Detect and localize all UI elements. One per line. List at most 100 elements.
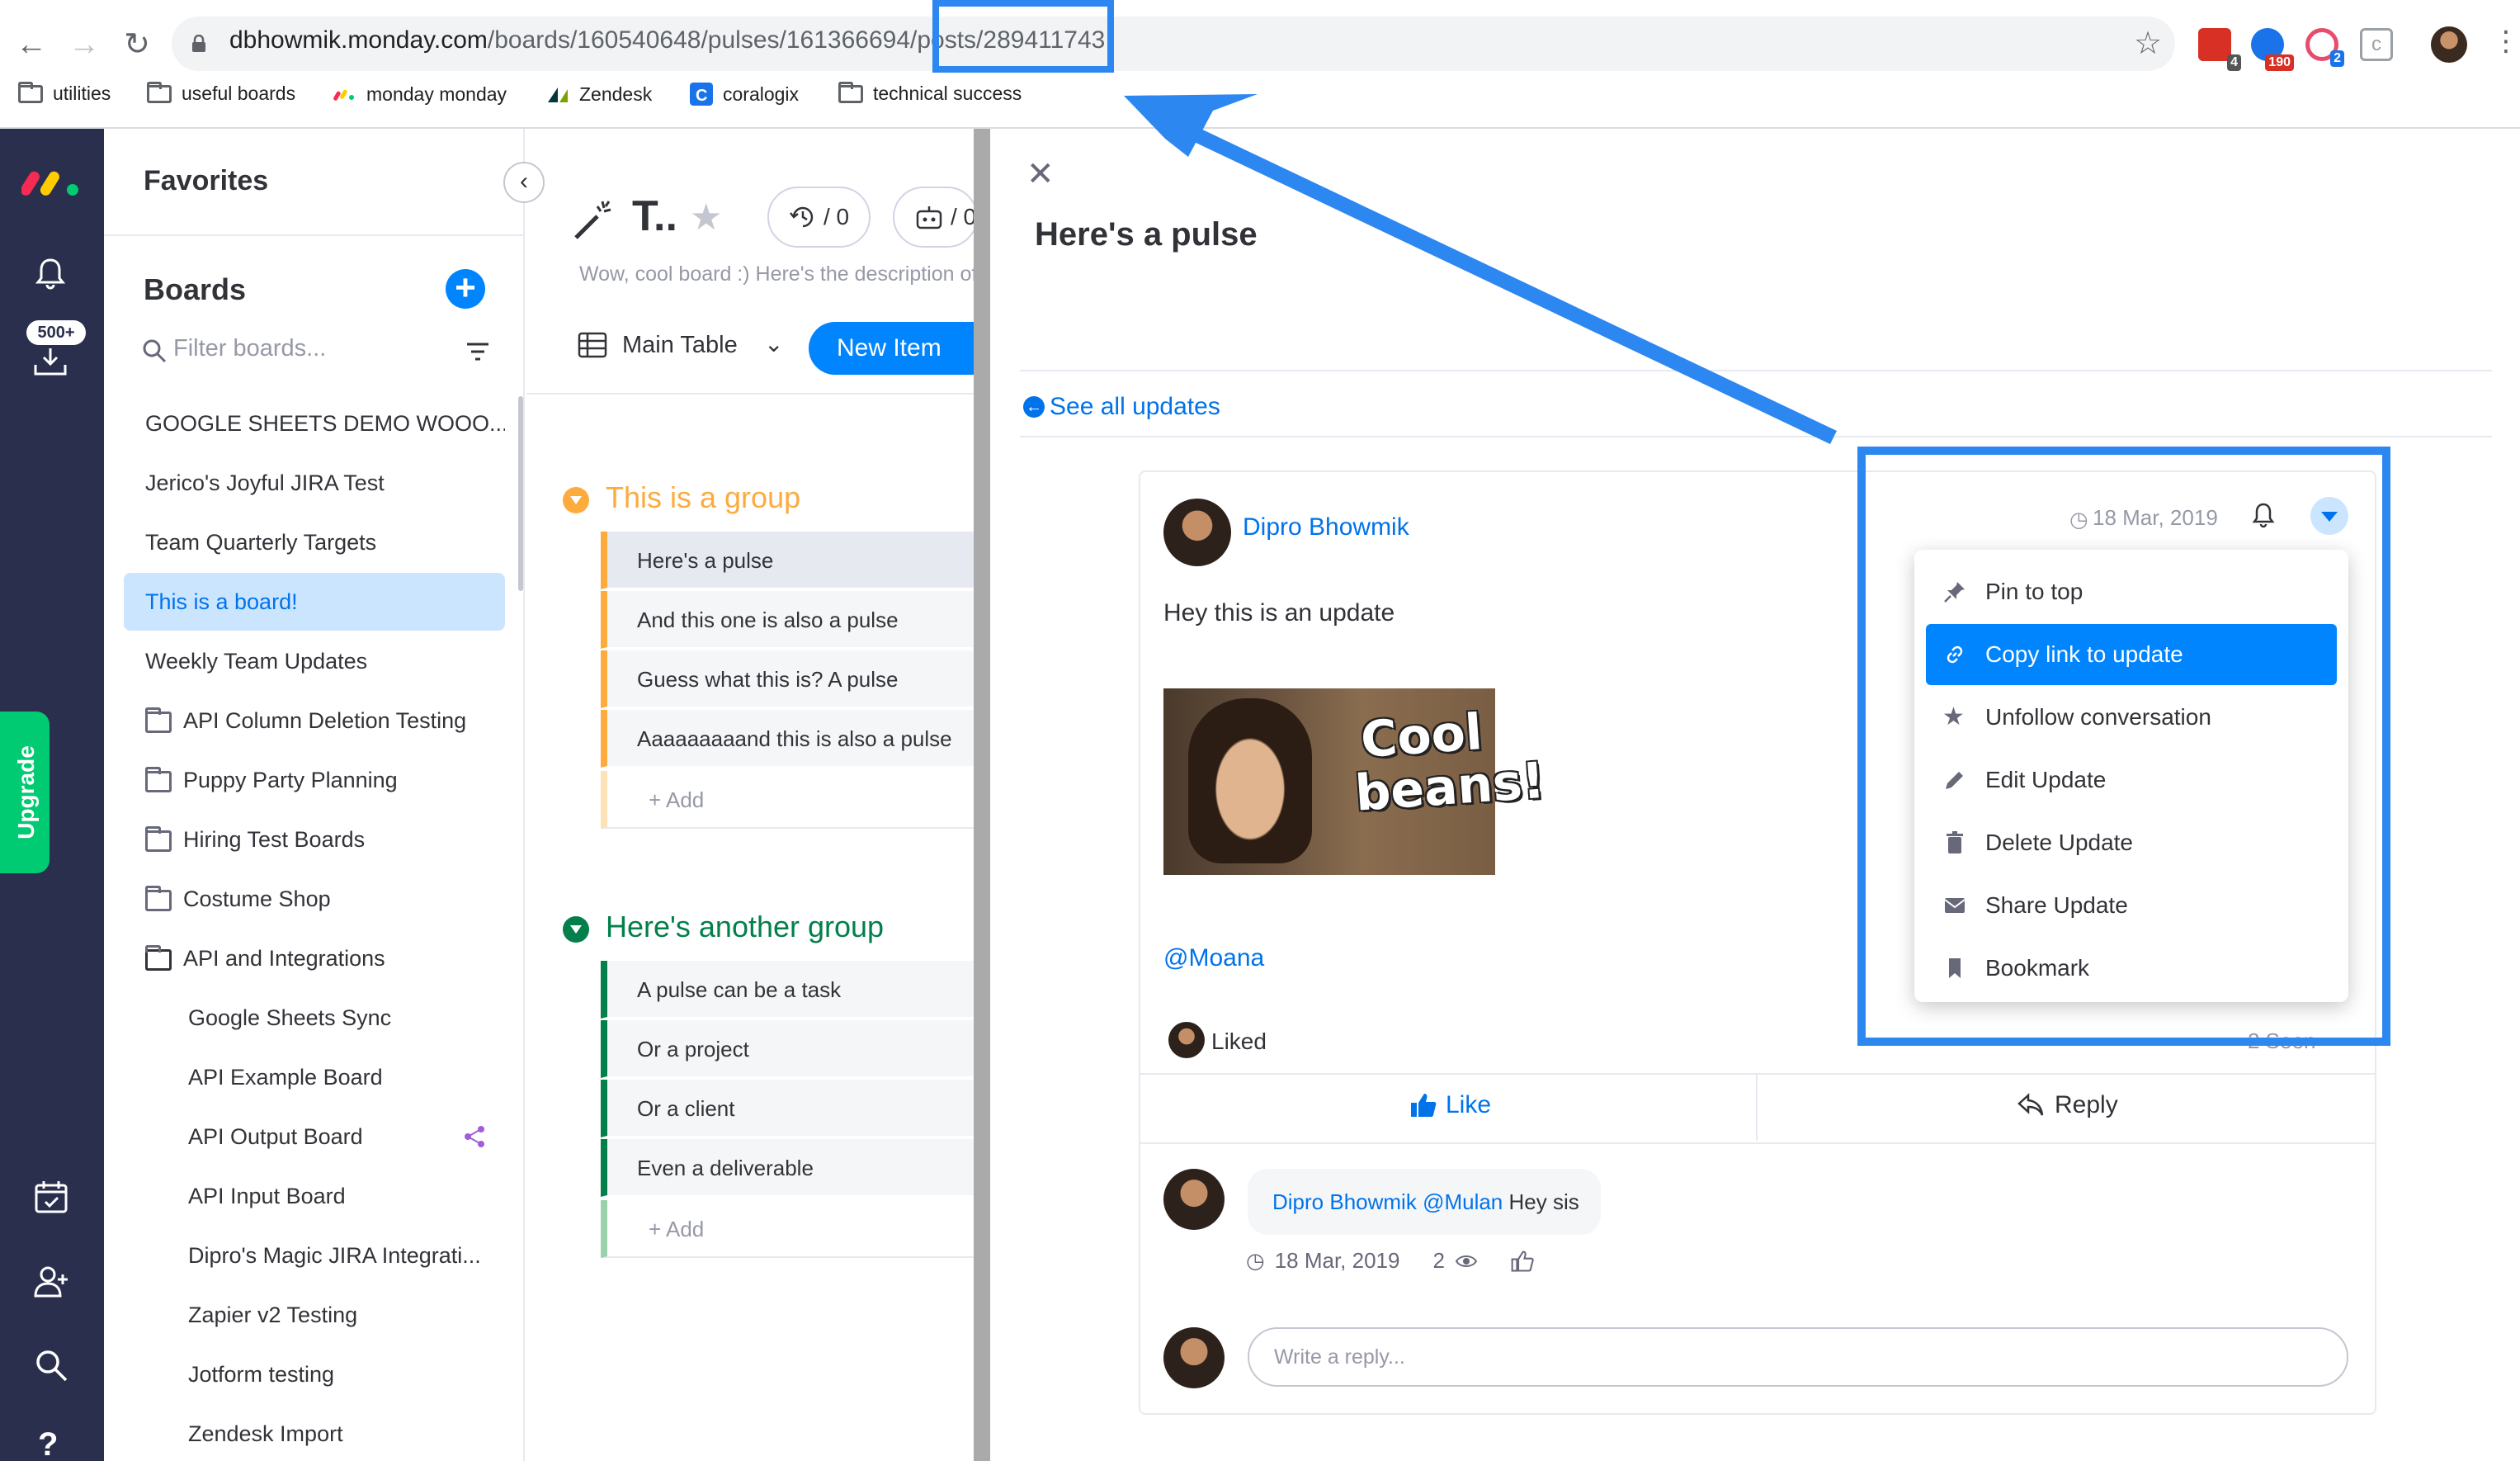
filter-boards-input[interactable]: Filter boards... (173, 335, 326, 362)
update-menu-button[interactable] (2310, 497, 2348, 535)
see-all-updates-link[interactable]: See all updates (1050, 393, 1220, 421)
folder-label: API and Integrations (183, 945, 385, 971)
gif-caption: Cool beans! (1352, 703, 1547, 823)
bookmark-monday-monday[interactable]: monday monday (333, 83, 507, 106)
back-button[interactable]: ← (12, 25, 51, 64)
pulse-row[interactable]: A pulse can be a task (601, 961, 975, 1019)
folder-item-open[interactable]: API and Integrations (124, 929, 505, 987)
board-item[interactable]: Weekly Team Updates (124, 632, 505, 690)
add-pulse-input[interactable]: + Add (601, 771, 975, 829)
folder-item[interactable]: Puppy Party Planning (124, 751, 505, 809)
activity-button[interactable]: / 0 (767, 187, 871, 248)
notifications-bell-icon[interactable] (33, 256, 68, 291)
automations-button[interactable]: / 0 (893, 187, 979, 248)
monday-logo[interactable] (21, 165, 84, 198)
board-item[interactable]: Zapier v2 Testing (124, 1286, 505, 1344)
liked-by-avatar[interactable] (1168, 1022, 1205, 1058)
update-author[interactable]: Dipro Bhowmik (1243, 513, 1409, 541)
favorite-star-icon[interactable]: ★ (690, 196, 722, 239)
close-icon[interactable]: ✕ (1026, 155, 1055, 193)
pulse-row[interactable]: Here's a pulse (601, 532, 975, 589)
target-ext-icon[interactable]: 2 (2305, 28, 2344, 67)
board-label: Jotform testing (188, 1361, 335, 1387)
bookmark-star-icon[interactable]: ☆ (2134, 25, 2162, 62)
help-icon[interactable]: ? (38, 1426, 58, 1461)
bookmark-zendesk[interactable]: Zendesk (546, 83, 652, 106)
add-pulse-input[interactable]: + Add (601, 1200, 975, 1258)
avatar[interactable] (1163, 1169, 1225, 1230)
menu-item-share[interactable]: Share Update (1926, 875, 2337, 936)
folder-item[interactable]: Hiring Test Boards (124, 811, 505, 868)
filter-icon[interactable] (465, 342, 490, 362)
collapse-panel-button[interactable]: ‹ (503, 162, 545, 203)
reload-button[interactable]: ↻ (117, 25, 157, 64)
pulse-row[interactable]: Or a client (601, 1080, 975, 1137)
profile-avatar[interactable] (2431, 26, 2467, 63)
chevron-down-icon[interactable]: ⌄ (764, 330, 783, 357)
board-item[interactable]: API Output Board (124, 1108, 505, 1165)
board-item[interactable]: GOOGLE SHEETS DEMO WOOO... (124, 395, 505, 452)
bookmark-coralogix[interactable]: C coralogix (690, 83, 799, 106)
folder-item[interactable]: API Column Deletion Testing (124, 692, 505, 749)
reply-button[interactable]: Reply (2017, 1091, 2118, 1119)
item-title[interactable]: Here's a pulse (1035, 216, 1258, 253)
eye-icon[interactable] (1455, 1254, 1478, 1269)
menu-item-pin[interactable]: Pin to top (1926, 561, 2337, 622)
board-item[interactable]: Team Quarterly Targets (124, 513, 505, 571)
invite-user-icon[interactable] (33, 1263, 69, 1299)
check-ext-icon[interactable]: 190 (2251, 28, 2294, 71)
favorites-title[interactable]: Favorites (144, 165, 268, 197)
thumbs-up-icon[interactable] (1511, 1250, 1534, 1273)
group-collapse-icon[interactable] (563, 487, 589, 513)
avatar[interactable] (1163, 499, 1231, 566)
c-ext-icon[interactable]: c (2360, 28, 2393, 61)
board-item[interactable]: Dipro's Magic JIRA Integrati... (124, 1227, 505, 1284)
bookmark-technical-success[interactable]: technical success (838, 81, 1022, 105)
add-board-button[interactable]: + (446, 269, 485, 309)
board-item[interactable]: Jerico's Joyful JIRA Test (124, 454, 505, 512)
menu-item-delete[interactable]: Delete Update (1926, 812, 2337, 873)
bookmark-utilities[interactable]: utilities (18, 81, 111, 105)
pulse-row[interactable]: Aaaaaaaaand this is also a pulse (601, 710, 975, 768)
my-work-calendar-icon[interactable] (33, 1179, 69, 1215)
board-title[interactable]: T.. (632, 191, 677, 241)
menu-item-unfollow[interactable]: ★ Unfollow conversation (1926, 687, 2337, 748)
write-reply-input[interactable]: Write a reply... (1248, 1327, 2348, 1387)
like-button[interactable]: Like (1409, 1091, 1491, 1119)
bell-icon[interactable] (2251, 502, 2276, 528)
reply-author[interactable]: Dipro Bhowmik (1272, 1189, 1417, 1214)
board-item[interactable]: Google Sheets Sync (124, 989, 505, 1047)
boards-scrollbar[interactable] (518, 396, 523, 591)
reply-mention[interactable]: @Mulan (1423, 1189, 1503, 1214)
seen-label[interactable]: 2 Seen (2248, 1028, 2315, 1054)
board-item[interactable]: API Input Board (124, 1167, 505, 1225)
pulse-row[interactable]: Even a deliverable (601, 1139, 975, 1197)
browser-menu-icon[interactable]: ⋮ (2492, 25, 2520, 58)
calendar-ext-icon[interactable]: 4 (2198, 28, 2241, 71)
bookmark-useful-boards[interactable]: useful boards (147, 81, 295, 105)
pulse-row[interactable]: And this one is also a pulse (601, 591, 975, 649)
arrow-left-icon[interactable]: ← (1023, 396, 1045, 418)
magic-wand-icon[interactable] (573, 198, 616, 241)
board-item[interactable]: API Example Board (124, 1048, 505, 1106)
forward-button[interactable]: → (64, 25, 104, 64)
folder-item[interactable]: Costume Shop (124, 870, 505, 928)
pulse-row[interactable]: Guess what this is? A pulse (601, 650, 975, 708)
menu-item-edit[interactable]: Edit Update (1926, 749, 2337, 811)
board-item[interactable]: Zendesk Import (124, 1405, 505, 1461)
menu-item-bookmark[interactable]: Bookmark (1926, 938, 2337, 999)
new-item-button[interactable]: New Item (809, 322, 990, 375)
inbox-download-icon[interactable] (33, 347, 68, 376)
board-item[interactable]: Jotform testing (124, 1345, 505, 1403)
group-title[interactable]: Here's another group (606, 910, 884, 944)
menu-item-copy-link[interactable]: Copy link to update (1926, 624, 2337, 685)
board-item-active[interactable]: This is a board! (124, 573, 505, 631)
avatar[interactable] (1163, 1327, 1225, 1388)
group-collapse-icon[interactable] (563, 916, 589, 943)
liked-label[interactable]: Liked (1211, 1028, 1267, 1055)
mention-link[interactable]: @Moana (1163, 944, 1264, 972)
main-table-tab[interactable]: Main Table (622, 332, 738, 359)
pulse-row[interactable]: Or a project (601, 1020, 975, 1078)
group-title[interactable]: This is a group (606, 480, 800, 515)
search-icon[interactable] (33, 1347, 69, 1383)
